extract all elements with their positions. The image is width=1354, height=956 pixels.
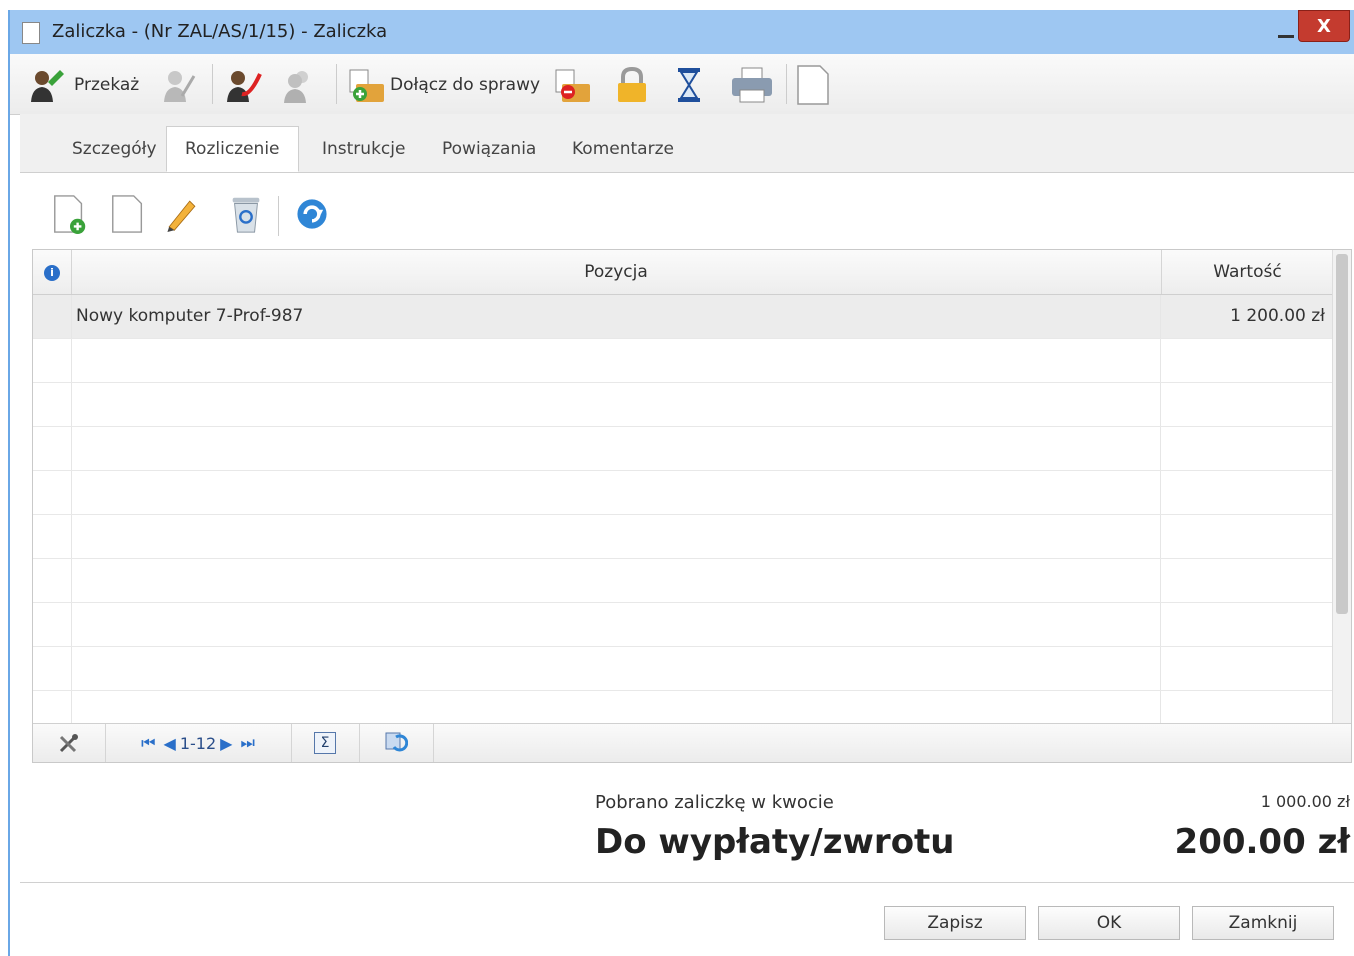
grid-settings-button[interactable]	[33, 724, 106, 762]
dialog-window: Zaliczka - (Nr ZAL/AS/1/15) - Zaliczka X…	[8, 10, 1354, 956]
tab-szczegoly[interactable]: Szczegóły	[54, 127, 175, 171]
main-toolbar: Przekaż Dołącz do sprawy	[10, 54, 1354, 115]
lock-icon	[618, 66, 646, 102]
advance-label: Pobrano zaliczkę w kwocie	[595, 792, 834, 813]
hourglass-button[interactable]	[674, 66, 704, 104]
page-range: 1-12	[179, 733, 217, 753]
edit-pencil-icon[interactable]	[164, 194, 200, 234]
row-position-cell: Nowy komputer 7-Prof-987	[71, 295, 1161, 338]
toolbar-separator	[212, 64, 213, 104]
tab-bar: Szczegóły Rozliczenie Instrukcje Powiąza…	[20, 114, 1354, 173]
close-button[interactable]: Zamknij	[1192, 906, 1334, 940]
grid-pager: ⏮ ◀ 1-12 ▶ ⏭ Σ	[33, 723, 1351, 762]
table-row-empty	[33, 383, 1333, 427]
detach-folder-icon	[555, 69, 590, 102]
attach-label: Dołącz do sprawy	[390, 75, 541, 95]
sum-button[interactable]: Σ	[291, 724, 360, 762]
document-button[interactable]	[796, 65, 830, 105]
tab-instrukcje[interactable]: Instrukcje	[304, 127, 423, 171]
recycle-bin-icon[interactable]	[228, 194, 264, 234]
document-icon[interactable]	[110, 194, 146, 234]
user-accept-icon	[227, 71, 262, 102]
payout-label: Do wypłaty/zwrotu	[595, 822, 955, 862]
lock-button[interactable]	[614, 66, 650, 104]
first-page-button[interactable]: ⏮	[141, 733, 155, 753]
detach-from-case-button[interactable]	[552, 66, 592, 104]
close-window-button[interactable]: X	[1298, 10, 1350, 42]
window-title: Zaliczka - (Nr ZAL/AS/1/15) - Zaliczka	[52, 21, 388, 42]
grid-refresh-button[interactable]	[359, 724, 434, 762]
grid-rows: Nowy komputer 7-Prof-987 1 200.00 zł	[33, 295, 1333, 723]
document-icon	[22, 22, 40, 44]
save-button[interactable]: Zapisz	[884, 906, 1026, 940]
accept-user-button[interactable]	[224, 66, 262, 104]
info-icon: i	[44, 265, 60, 281]
attach-to-case-button[interactable]: Dołącz do sprawy	[346, 66, 540, 104]
attach-folder-icon	[349, 69, 384, 102]
column-header-position[interactable]: Pozycja	[71, 250, 1162, 294]
table-row-empty	[33, 691, 1333, 723]
table-row-empty	[33, 603, 1333, 647]
user-disabled-icon	[164, 71, 196, 102]
tab-rozliczenie[interactable]: Rozliczenie	[166, 126, 299, 172]
scrollbar-thumb[interactable]	[1336, 254, 1348, 614]
forward-label: Przekaż	[74, 75, 140, 95]
vertical-scrollbar[interactable]	[1332, 250, 1351, 724]
refresh-icon[interactable]	[294, 194, 330, 234]
table-row-empty	[33, 559, 1333, 603]
grid-toolbar	[32, 186, 432, 246]
pagination: ⏮ ◀ 1-12 ▶ ⏭	[105, 724, 292, 762]
next-page-button[interactable]: ▶	[220, 734, 232, 753]
last-page-button[interactable]: ⏭	[240, 733, 254, 753]
row-info-cell	[33, 295, 72, 338]
minimize-button[interactable]	[1274, 22, 1298, 42]
grid-info-column[interactable]: i	[33, 250, 72, 294]
grid-header: i Pozycja Wartość	[33, 250, 1333, 295]
print-button[interactable]	[730, 66, 774, 104]
footer-divider	[20, 882, 1354, 883]
tab-powiazania[interactable]: Powiązania	[424, 127, 554, 171]
settlement-grid: i Pozycja Wartość Nowy komputer 7-Prof-9…	[32, 249, 1352, 763]
refresh-rows-icon	[385, 732, 408, 752]
printer-icon	[732, 67, 772, 103]
toolbar-separator	[336, 64, 337, 104]
prev-page-button[interactable]: ◀	[164, 734, 176, 753]
ok-button[interactable]: OK	[1038, 906, 1180, 940]
payout-value: 200.00 zł	[1174, 822, 1350, 862]
table-row-empty	[33, 427, 1333, 471]
table-row-empty	[33, 647, 1333, 691]
toolbar-separator	[786, 64, 787, 104]
table-row[interactable]: Nowy komputer 7-Prof-987 1 200.00 zł	[33, 295, 1333, 339]
hourglass-icon	[678, 68, 700, 102]
title-bar[interactable]: Zaliczka - (Nr ZAL/AS/1/15) - Zaliczka X	[10, 10, 1354, 54]
tools-icon	[59, 734, 78, 753]
users-disabled-icon	[284, 71, 308, 103]
table-row-empty	[33, 471, 1333, 515]
tab-komentarze[interactable]: Komentarze	[554, 127, 692, 171]
row-value-cell: 1 200.00 zł	[1230, 306, 1325, 326]
forward-button[interactable]: Przekaż	[28, 66, 139, 104]
toolbar-separator	[278, 196, 279, 236]
user-disabled-button[interactable]	[160, 66, 198, 104]
table-row-empty	[33, 339, 1333, 383]
summary-panel: Pobrano zaliczkę w kwocie 1 000.00 zł Do…	[20, 772, 1354, 892]
forward-user-icon	[31, 70, 64, 102]
table-row-empty	[33, 515, 1333, 559]
add-document-icon[interactable]	[52, 194, 88, 234]
column-header-value[interactable]: Wartość	[1162, 250, 1333, 294]
document-icon	[797, 65, 829, 105]
users-disabled-button[interactable]	[282, 66, 320, 104]
sum-icon: Σ	[314, 732, 336, 754]
advance-value: 1 000.00 zł	[1260, 792, 1350, 811]
